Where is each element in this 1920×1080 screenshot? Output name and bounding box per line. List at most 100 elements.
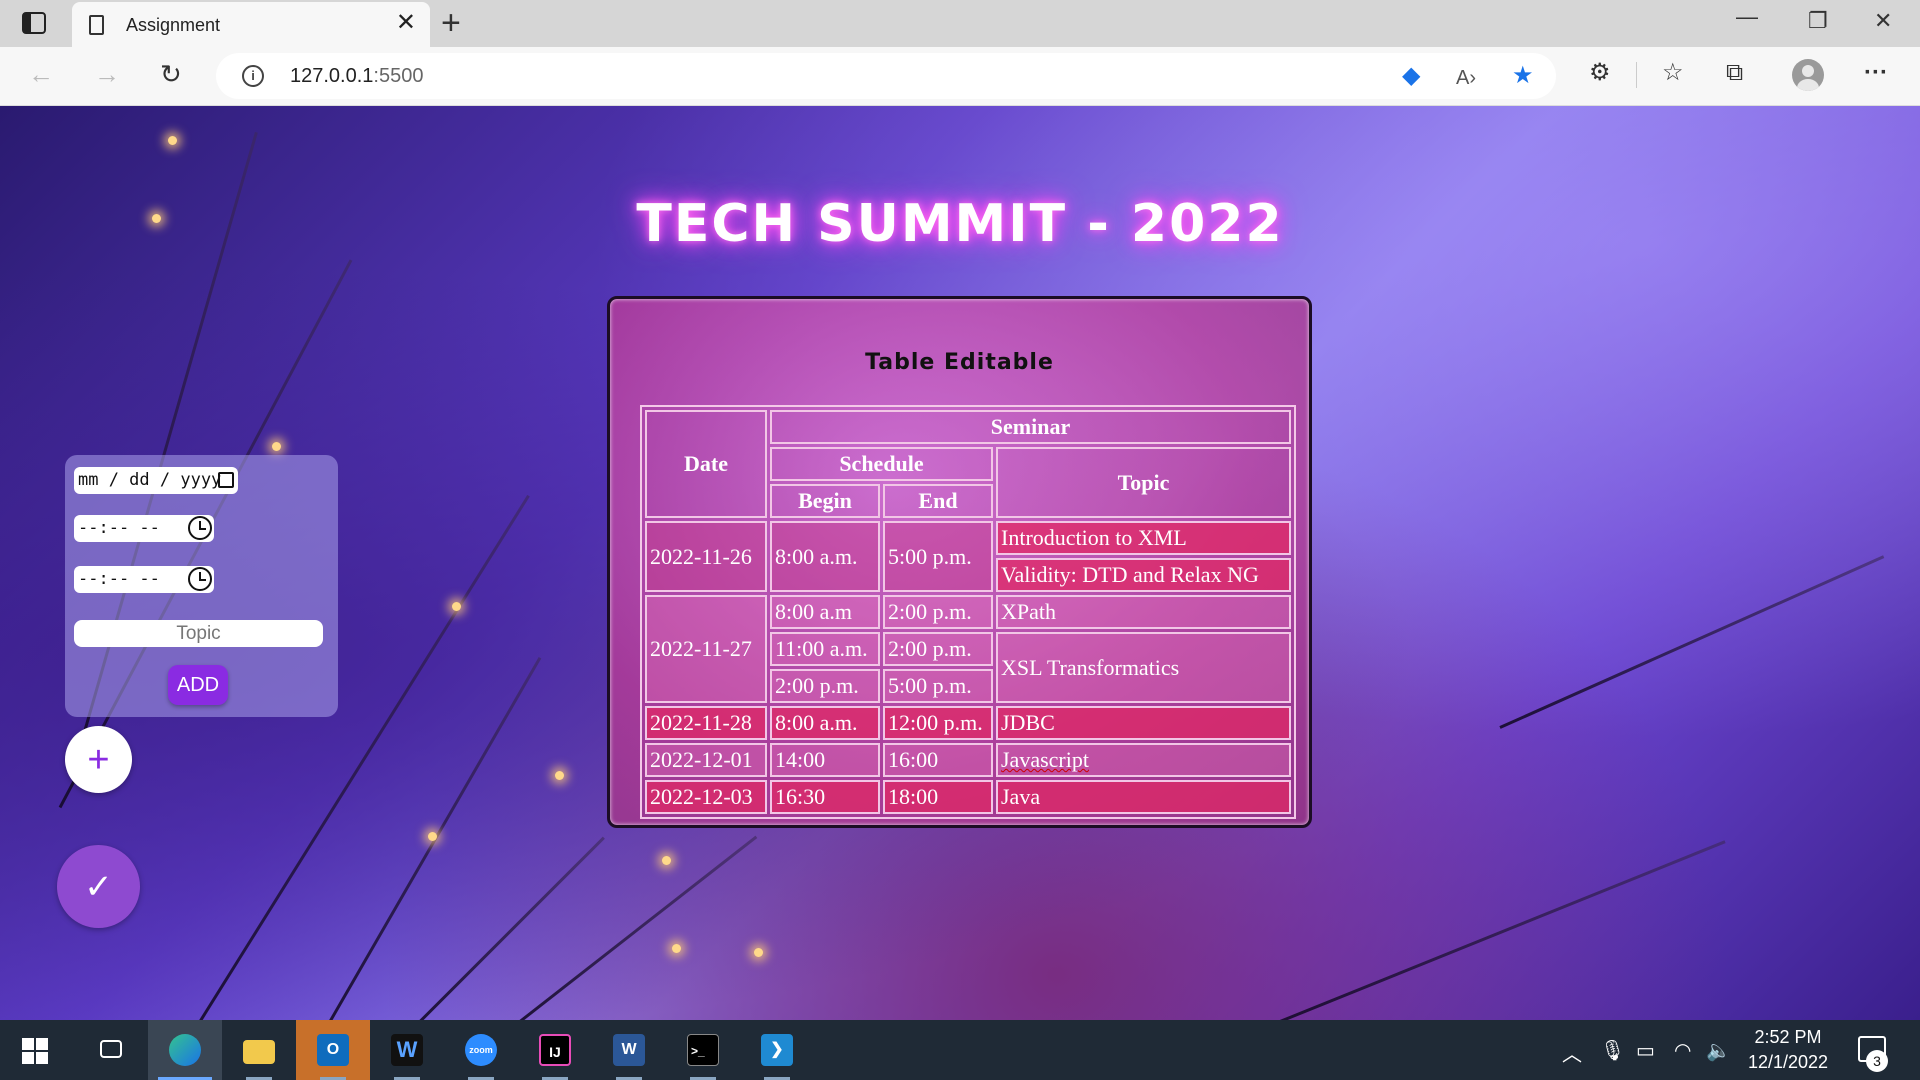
cell-topic[interactable]: JDBC xyxy=(996,706,1291,740)
header-schedule: Schedule xyxy=(770,447,993,481)
cell-date[interactable]: 2022-11-27 xyxy=(645,595,767,703)
cell-end[interactable]: 12:00 p.m. xyxy=(883,706,993,740)
taskbar-intellij[interactable]: IJ xyxy=(518,1020,592,1080)
tab-actions-icon[interactable] xyxy=(22,12,46,34)
taskbar-webex[interactable]: W xyxy=(370,1020,444,1080)
file-explorer-icon xyxy=(243,1040,275,1064)
cell-topic[interactable]: Introduction to XML xyxy=(996,521,1291,555)
cell-date[interactable]: 2022-12-01 xyxy=(645,743,767,777)
favorite-star-icon[interactable]: ★ xyxy=(1512,63,1534,89)
read-aloud-icon[interactable]: A› xyxy=(1456,65,1476,91)
cell-begin[interactable]: 8:00 a.m. xyxy=(770,706,880,740)
cell-begin[interactable]: 8:00 a.m xyxy=(770,595,880,629)
taskbar-terminal[interactable]: >_ xyxy=(666,1020,740,1080)
show-hidden-icons-icon[interactable]: ︿ xyxy=(1562,1038,1582,1067)
new-tab-icon[interactable]: + xyxy=(441,5,461,41)
taskbar-clock[interactable]: 2:52 PM 12/1/2022 xyxy=(1738,1025,1838,1075)
back-icon[interactable]: ← xyxy=(28,59,54,89)
add-button[interactable]: ADD xyxy=(168,665,228,705)
wifi-icon[interactable]: ◠ xyxy=(1674,1038,1691,1063)
minimize-icon[interactable]: — xyxy=(1736,4,1758,30)
favorites-icon[interactable]: ☆ xyxy=(1662,59,1684,87)
profile-avatar[interactable] xyxy=(1792,59,1824,91)
url-text: 127.0.0.1:5500 xyxy=(290,65,423,88)
header-seminar: Seminar xyxy=(770,410,1291,444)
cell-end[interactable]: 5:00 p.m. xyxy=(883,669,993,703)
cell-end[interactable]: 2:00 p.m. xyxy=(883,632,993,666)
start-button[interactable] xyxy=(0,1020,74,1080)
taskbar-edge[interactable] xyxy=(148,1020,222,1080)
close-tab-icon[interactable]: ✕ xyxy=(396,11,416,35)
cell-begin[interactable]: 14:00 xyxy=(770,743,880,777)
schedule-card: Table Editable Date Seminar Schedule Top… xyxy=(607,296,1312,828)
volume-icon[interactable]: 🔈 xyxy=(1706,1038,1731,1063)
notification-badge: 3 xyxy=(1866,1050,1888,1072)
table-row: 2022-12-01 14:00 16:00 Javascript xyxy=(645,743,1291,777)
cell-date[interactable]: 2022-12-03 xyxy=(645,780,767,814)
page-icon xyxy=(89,15,104,35)
webex-icon: W xyxy=(391,1034,423,1066)
taskbar-outlook[interactable]: O xyxy=(296,1020,370,1080)
time-placeholder: --:-- -- xyxy=(78,569,160,589)
fiber-light xyxy=(452,602,461,611)
cell-topic[interactable]: XPath xyxy=(996,595,1291,629)
confirm-button[interactable]: ✓ xyxy=(57,845,140,928)
microphone-icon[interactable]: 🎙 xyxy=(1600,1038,1625,1063)
cell-topic[interactable]: Javascript xyxy=(996,743,1291,777)
task-view-button[interactable] xyxy=(74,1020,148,1080)
taskbar-vscode[interactable]: ❯ xyxy=(740,1020,814,1080)
cell-begin[interactable]: 8:00 a.m. xyxy=(770,521,880,592)
browser-nav-bar: ← → ↻ i 127.0.0.1:5500 ◆ A› ★ ⚙ xyxy=(0,47,1920,106)
fiber-light xyxy=(428,832,437,841)
date-placeholder: mm / dd / yyyy xyxy=(78,470,222,490)
cell-topic[interactable]: XSL Transformatics xyxy=(996,632,1291,703)
terminal-icon: >_ xyxy=(687,1034,719,1066)
cell-topic[interactable]: Validity: DTD and Relax NG xyxy=(996,558,1291,592)
cell-topic[interactable]: Java xyxy=(996,780,1291,814)
fiber-light xyxy=(272,442,281,451)
cell-end[interactable]: 18:00 xyxy=(883,780,993,814)
refresh-icon[interactable]: ↻ xyxy=(160,59,182,89)
clock-icon[interactable] xyxy=(188,516,212,540)
cell-date[interactable]: 2022-11-26 xyxy=(645,521,767,592)
cell-end[interactable]: 16:00 xyxy=(883,743,993,777)
taskbar-word[interactable]: W xyxy=(592,1020,666,1080)
fiber-light xyxy=(168,136,177,145)
fiber-decoration xyxy=(418,836,605,1020)
end-time-input[interactable]: --:-- -- xyxy=(74,566,214,593)
add-row-button[interactable]: + xyxy=(65,726,132,793)
cell-end[interactable]: 5:00 p.m. xyxy=(883,521,993,592)
battery-icon[interactable]: ▭ xyxy=(1636,1038,1655,1063)
clock-icon[interactable] xyxy=(188,567,212,591)
toolbar-separator xyxy=(1636,62,1637,88)
cell-begin[interactable]: 11:00 a.m. xyxy=(770,632,880,666)
cell-begin[interactable]: 2:00 p.m. xyxy=(770,669,880,703)
edge-icon xyxy=(169,1034,201,1066)
plus-icon: + xyxy=(87,738,110,781)
cell-begin[interactable]: 16:30 xyxy=(770,780,880,814)
close-window-icon[interactable]: ✕ xyxy=(1874,8,1892,34)
begin-time-input[interactable]: --:-- -- xyxy=(74,515,214,542)
shopping-tag-icon[interactable]: ◆ xyxy=(1402,63,1420,89)
topic-input[interactable] xyxy=(74,620,323,647)
more-menu-icon[interactable]: ··· xyxy=(1864,59,1888,87)
taskbar-file-explorer[interactable] xyxy=(222,1020,296,1080)
site-info-icon[interactable]: i xyxy=(242,65,264,87)
calendar-icon[interactable] xyxy=(218,472,234,488)
cell-date[interactable]: 2022-11-28 xyxy=(645,706,767,740)
forward-icon[interactable]: → xyxy=(94,59,120,89)
tab-assignment[interactable]: Assignment ✕ xyxy=(72,2,430,47)
extensions-icon[interactable]: ⚙ xyxy=(1589,59,1611,87)
fiber-light xyxy=(555,771,564,780)
table-row: 2022-11-27 8:00 a.m 2:00 p.m. XPath xyxy=(645,595,1291,703)
table-row: 2022-12-03 16:30 18:00 Java xyxy=(645,780,1291,814)
taskbar-zoom[interactable]: zoom xyxy=(444,1020,518,1080)
collections-icon[interactable]: ⧉ xyxy=(1726,59,1743,87)
date-input[interactable]: mm / dd / yyyy xyxy=(74,467,238,494)
cell-end[interactable]: 2:00 p.m. xyxy=(883,595,993,629)
page-background: TECH SUMMIT - 2022 Table Editable Date S… xyxy=(0,106,1920,1020)
restore-icon[interactable]: ❐ xyxy=(1808,8,1828,34)
table-row: 2022-11-28 8:00 a.m. 12:00 p.m. JDBC xyxy=(645,706,1291,740)
url-host: 127.0.0.1 xyxy=(290,65,374,87)
address-bar[interactable]: i 127.0.0.1:5500 ◆ A› ★ xyxy=(216,53,1556,99)
